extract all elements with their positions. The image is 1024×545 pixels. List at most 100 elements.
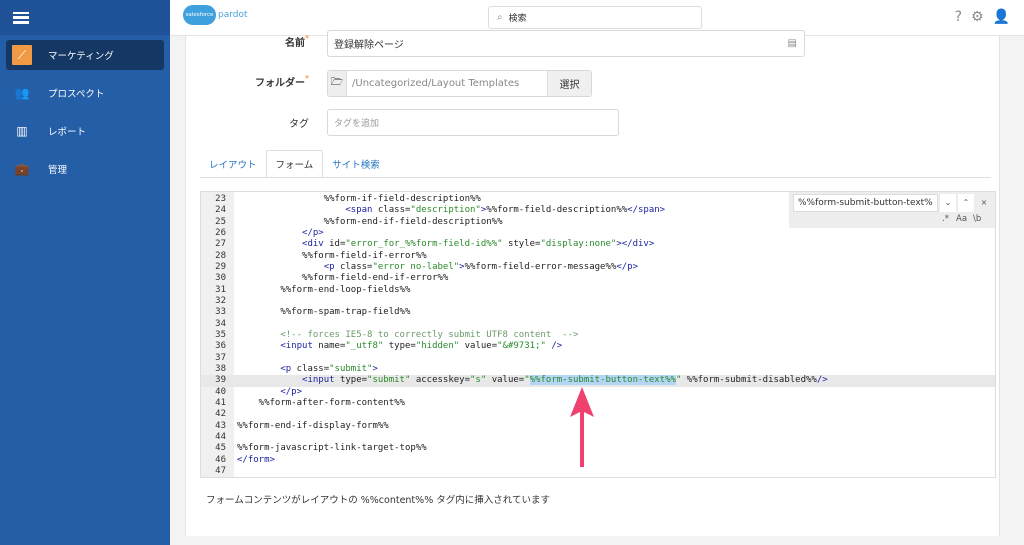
- code-text: %%form-field-end-if-error%%: [237, 273, 448, 284]
- code-line: 38 <p class="submit">: [201, 364, 995, 375]
- code-token: %%form-if-field-description%%: [237, 194, 481, 204]
- find-previous-icon[interactable]: ⌃: [958, 194, 974, 212]
- code-line: 45 %%form-javascript-link-target-top%%: [201, 443, 995, 454]
- sidebar: ⟋ マーケティング 👥 プロスペクト ▥ レポート 💼 管理: [0, 0, 170, 545]
- code-line: 26 </p>: [201, 228, 995, 239]
- line-number: 32: [215, 295, 226, 306]
- code-token: </span>: [627, 205, 666, 216]
- whole-word-toggle[interactable]: \b: [973, 214, 981, 224]
- select-folder-button[interactable]: 選択: [547, 71, 591, 96]
- gear-icon[interactable]: ⚙: [971, 9, 984, 25]
- pardot-logo-text: pardot: [218, 10, 248, 20]
- code-token: %%form-after-form-content%%: [237, 397, 405, 408]
- help-icon[interactable]: ?: [955, 9, 962, 25]
- code-token: "submit": [367, 375, 411, 386]
- code-token: "s": [470, 375, 487, 386]
- sidebar-item-marketing[interactable]: ⟋ マーケティング: [6, 40, 164, 70]
- code-token: accesskey=: [410, 375, 471, 386]
- code-line: 36 <input name="_utf8" type="hidden" val…: [201, 341, 995, 352]
- code-token: "_utf8": [345, 341, 384, 352]
- close-icon[interactable]: ×: [976, 194, 992, 212]
- code-token: style=: [502, 239, 541, 250]
- code-token: %%form-field-end-if-error%%: [237, 273, 449, 284]
- annotation-arrow: [570, 387, 594, 467]
- sidebar-item-admin[interactable]: 💼 管理: [6, 154, 164, 184]
- code-token: class=: [377, 205, 411, 216]
- folder-value: /Uncategorized/Layout Templates: [347, 71, 547, 96]
- code-token: ></div>: [616, 239, 655, 250]
- code-token: name=: [318, 341, 346, 352]
- line-number: 33: [215, 307, 226, 318]
- code-token: %%form-javascript-link-target-top%%: [237, 443, 427, 454]
- code-line: 46 </form>: [201, 455, 995, 466]
- code-token: value=: [486, 375, 525, 386]
- code-line: 28 %%form-field-if-error%%: [201, 251, 995, 262]
- code-token: </p>: [616, 261, 638, 272]
- case-sensitive-toggle[interactable]: Aa: [956, 214, 967, 224]
- menu-icon[interactable]: [13, 11, 29, 24]
- sidebar-item-label: マーケティング: [48, 51, 114, 62]
- line-number: 42: [215, 409, 226, 420]
- code-line: 30 %%form-field-end-if-error%%: [201, 273, 995, 284]
- search-match: %%form-submit-button-text%%: [529, 375, 676, 386]
- find-next-icon[interactable]: ⌄: [940, 194, 956, 212]
- search-input[interactable]: ⌕ 検索: [488, 6, 702, 29]
- code-token: %%form-field-if-error%%: [237, 250, 427, 261]
- tag-input[interactable]: タグを追加: [327, 109, 619, 136]
- code-token: >: [372, 363, 378, 374]
- code-line: 35 <!-- forces IE5-8 to correctly submit…: [201, 330, 995, 341]
- code-token: />: [545, 341, 563, 352]
- line-number: 26: [215, 227, 226, 238]
- search-placeholder: 検索: [508, 14, 527, 24]
- code-token: </p>: [237, 227, 324, 238]
- code-line: 31 %%form-end-loop-fields%%: [201, 285, 995, 296]
- folder-icon: 🗁: [328, 71, 347, 96]
- line-number: 23: [215, 194, 226, 204]
- code-line: 29 <p class="error no-label">%%form-fiel…: [201, 262, 995, 273]
- salesforce-cloud-logo: salesforce: [183, 5, 216, 25]
- line-number: 43: [215, 420, 226, 431]
- tab-site-search[interactable]: サイト検索: [323, 150, 389, 178]
- line-number: 40: [215, 386, 226, 397]
- code-text: <input name="_utf8" type="hidden" value=…: [237, 341, 562, 352]
- code-line: 37: [201, 353, 995, 364]
- code-line: 40 </p>: [201, 387, 995, 398]
- code-text: <p class="error no-label">%%form-field-e…: [237, 262, 638, 273]
- code-token: <!-- forces IE5-8 to correctly submit UT…: [237, 329, 579, 340]
- briefcase-icon: 💼: [14, 162, 30, 176]
- regex-toggle[interactable]: .*: [942, 214, 949, 224]
- code-token: type=: [339, 375, 368, 386]
- code-token: %%form-field-error-message%%: [464, 261, 617, 272]
- search-icon: ⌕: [497, 12, 503, 23]
- code-token: "error no-label": [372, 261, 460, 272]
- line-number: 28: [215, 250, 226, 261]
- code-token: <span: [237, 205, 378, 216]
- code-token: </p>: [237, 386, 303, 397]
- find-input[interactable]: %%form-submit-button-text%: [793, 194, 938, 212]
- name-input[interactable]: 登録解除ページ ▤: [327, 30, 805, 57]
- users-icon: 👥: [14, 86, 30, 100]
- code-token: "hidden": [415, 341, 460, 352]
- salesforce-pardot-logo[interactable]: salesforce pardot: [183, 5, 248, 25]
- code-editor[interactable]: 23 %%form-if-field-description%% 24 <span…: [200, 191, 996, 478]
- code-token: %%form-end-if-field-description%%: [237, 216, 503, 227]
- line-number: 46: [215, 454, 226, 465]
- line-number: 38: [215, 363, 226, 374]
- sidebar-item-label: プロスペクト: [48, 89, 105, 100]
- code-token: </form>: [237, 454, 275, 465]
- sidebar-item-reports[interactable]: ▥ レポート: [6, 116, 164, 146]
- code-text: %%form-after-form-content%%: [237, 398, 405, 409]
- line-number: 24: [215, 205, 226, 216]
- tab-form[interactable]: フォーム: [265, 150, 324, 178]
- code-text: </form>: [237, 455, 275, 466]
- code-line: 42: [201, 409, 995, 420]
- folder-field[interactable]: 🗁 /Uncategorized/Layout Templates 選択: [327, 70, 592, 97]
- code-line: 41 %%form-after-form-content%%: [201, 398, 995, 409]
- line-number: 29: [215, 261, 226, 272]
- code-text: <p class="submit">: [237, 364, 378, 375]
- user-icon[interactable]: 👤: [993, 9, 1010, 25]
- sidebar-item-prospects[interactable]: 👥 プロスペクト: [6, 78, 164, 108]
- code-text: </p>: [237, 387, 302, 398]
- code-line: 32: [201, 296, 995, 307]
- tab-layout[interactable]: レイアウト: [200, 150, 266, 178]
